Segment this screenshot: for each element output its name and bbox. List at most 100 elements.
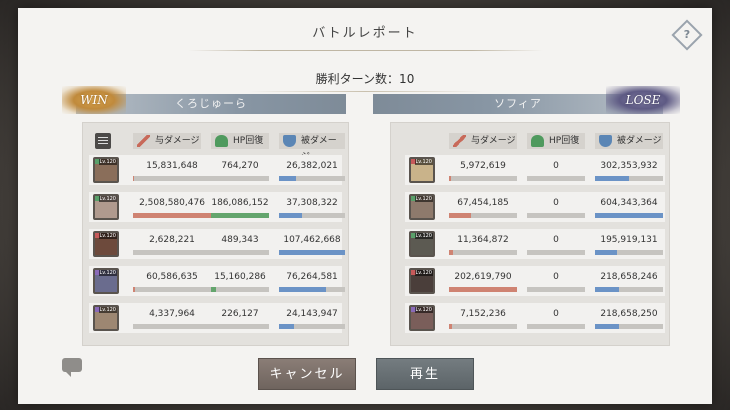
damage-dealt-bar-fill — [449, 176, 452, 181]
level-label: Lv.120 — [414, 233, 433, 239]
chat-icon[interactable] — [62, 358, 82, 377]
damage-dealt-bar — [449, 250, 517, 255]
character-row: Lv.120 2,628,221 489,343 107,462,668 — [89, 229, 345, 259]
damage-taken-bar — [279, 324, 345, 329]
character-avatar[interactable]: Lv.120 — [409, 157, 435, 183]
character-avatar[interactable]: Lv.120 — [93, 231, 119, 257]
hp-recovery-bar — [527, 287, 585, 292]
damage-taken-bar-fill — [279, 324, 294, 329]
damage-taken-bar — [279, 287, 345, 292]
hp-recovery-cell: 0 — [527, 307, 585, 331]
hp-recovery-header: HP回復 — [211, 133, 269, 149]
level-label: Lv.120 — [98, 196, 117, 202]
damage-taken-value: 218,658,246 — [600, 272, 658, 282]
damage-dealt-bar-fill — [133, 287, 136, 292]
hp-recovery-label: HP回復 — [233, 136, 264, 146]
hp-recovery-header: HP回復 — [527, 133, 585, 149]
character-row: Lv.120 2,508,580,476 186,086,152 37,308,322 — [89, 192, 345, 222]
hp-recovery-cell: 0 — [527, 196, 585, 220]
character-row: Lv.120 7,152,236 0 218,658,250 — [405, 303, 665, 333]
damage-dealt-bar-fill — [133, 176, 134, 181]
character-avatar[interactable]: Lv.120 — [93, 305, 119, 331]
damage-taken-value: 37,308,322 — [286, 198, 338, 208]
damage-taken-cell: 107,462,668 — [279, 233, 345, 257]
battle-log-icon[interactable] — [95, 133, 111, 149]
damage-taken-bar-fill — [595, 176, 629, 181]
damage-taken-bar-fill — [279, 287, 326, 292]
level-label: Lv.120 — [98, 159, 117, 165]
damage-taken-cell: 26,382,021 — [279, 159, 345, 183]
character-avatar[interactable]: Lv.120 — [93, 268, 119, 294]
damage-taken-cell: 76,264,581 — [279, 270, 345, 294]
character-avatar[interactable]: Lv.120 — [93, 194, 119, 220]
damage-taken-value: 195,919,131 — [600, 235, 658, 245]
damage-dealt-bar — [449, 213, 517, 218]
damage-taken-cell: 218,658,246 — [595, 270, 663, 294]
right-team-panel: 与ダメージ HP回復 被ダメージ Lv.120 5,972,619 0 302,353… — [390, 122, 670, 346]
damage-taken-bar — [279, 213, 345, 218]
damage-taken-cell: 302,353,932 — [595, 159, 663, 183]
hp-recovery-label: HP回復 — [549, 136, 580, 146]
turns-divider — [248, 91, 483, 92]
damage-dealt-bar — [133, 324, 211, 329]
damage-taken-value: 107,462,668 — [283, 235, 341, 245]
hp-recovery-value: 764,270 — [221, 161, 259, 171]
damage-dealt-cell: 60,586,635 — [133, 270, 211, 294]
character-avatar[interactable]: Lv.120 — [93, 157, 119, 183]
sword-icon — [453, 135, 466, 147]
hp-recovery-bar — [527, 213, 585, 218]
damage-taken-value: 604,343,364 — [600, 198, 658, 208]
damage-taken-cell: 24,143,947 — [279, 307, 345, 331]
character-avatar[interactable]: Lv.120 — [409, 268, 435, 294]
damage-dealt-bar — [449, 324, 517, 329]
damage-dealt-value: 202,619,790 — [454, 272, 512, 282]
victory-turns-label: 勝利ターン数：10 — [315, 72, 415, 86]
sword-icon — [137, 135, 150, 147]
win-badge: WIN — [62, 86, 126, 114]
damage-dealt-cell: 202,619,790 — [449, 270, 517, 294]
hp-recovery-value: 186,086,152 — [211, 198, 269, 208]
battle-report-sheet: バトルレポート ? 勝利ターン数：10 くろじゅーら ソフィア WIN LOSE… — [18, 8, 712, 404]
hp-recovery-value: 0 — [553, 235, 559, 245]
hp-recovery-value: 226,127 — [221, 309, 259, 319]
replay-button[interactable]: 再生 — [376, 358, 474, 390]
left-team-panel: 与ダメージ HP回復 被ダメージ Lv.120 15,831,648 764,270… — [82, 122, 349, 346]
character-row: Lv.120 60,586,635 15,160,286 76,264,581 — [89, 266, 345, 296]
title-divider — [188, 50, 543, 51]
damage-taken-value: 24,143,947 — [286, 309, 338, 319]
character-avatar[interactable]: Lv.120 — [409, 231, 435, 257]
hp-recovery-bar — [211, 250, 269, 255]
damage-taken-bar — [595, 176, 663, 181]
hp-recovery-cell: 0 — [527, 270, 585, 294]
damage-dealt-cell: 2,508,580,476 — [133, 196, 211, 220]
damage-taken-bar-fill — [279, 176, 296, 181]
character-row: Lv.120 15,831,648 764,270 26,382,021 — [89, 155, 345, 185]
damage-dealt-cell: 2,628,221 — [133, 233, 211, 257]
page-title: バトルレポート — [312, 26, 418, 41]
damage-dealt-cell: 11,364,872 — [449, 233, 517, 257]
level-label: Lv.120 — [98, 270, 117, 276]
hp-recovery-cell: 0 — [527, 233, 585, 257]
damage-dealt-bar — [133, 250, 211, 255]
damage-taken-cell: 604,343,364 — [595, 196, 663, 220]
damage-taken-value: 26,382,021 — [286, 161, 338, 171]
damage-taken-bar-fill — [595, 324, 620, 329]
damage-dealt-value: 60,586,635 — [146, 272, 198, 282]
hp-recovery-value: 15,160,286 — [214, 272, 266, 282]
damage-dealt-label: 与ダメージ — [471, 136, 516, 146]
character-avatar[interactable]: Lv.120 — [409, 194, 435, 220]
cancel-button[interactable]: キャンセル — [258, 358, 356, 390]
damage-taken-cell: 37,308,322 — [279, 196, 345, 220]
damage-taken-cell: 218,658,250 — [595, 307, 663, 331]
level-label: Lv.120 — [98, 307, 117, 313]
character-avatar[interactable]: Lv.120 — [409, 305, 435, 331]
damage-dealt-bar — [449, 287, 517, 292]
level-label: Lv.120 — [414, 307, 433, 313]
damage-dealt-value: 5,972,619 — [460, 161, 506, 171]
hp-recovery-bar — [211, 287, 269, 292]
damage-dealt-bar — [449, 176, 517, 181]
damage-taken-bar — [595, 213, 663, 218]
damage-dealt-bar-fill — [449, 213, 472, 218]
damage-dealt-cell: 4,337,964 — [133, 307, 211, 331]
hp-recovery-bar — [211, 176, 269, 181]
